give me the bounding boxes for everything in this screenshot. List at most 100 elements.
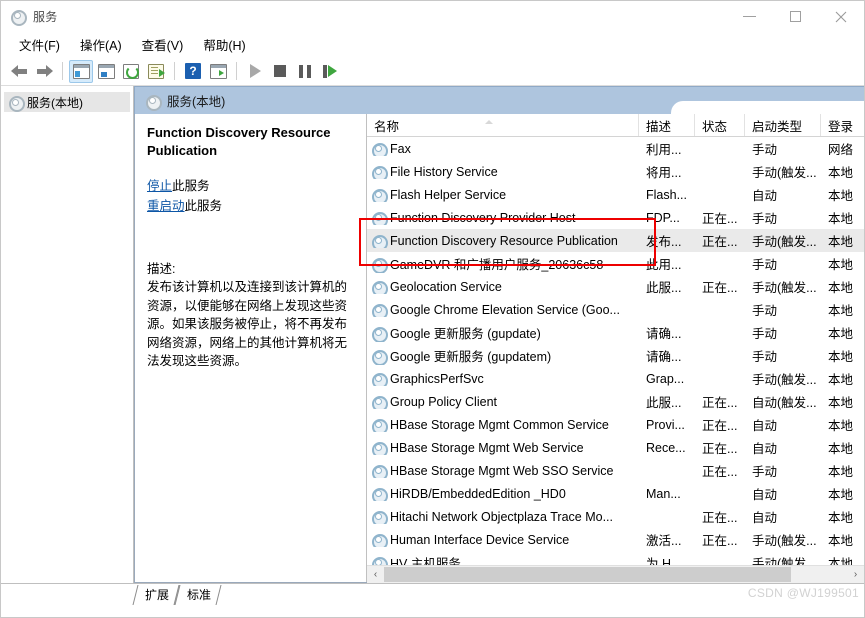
tab-standard[interactable]: 标准 <box>177 585 219 605</box>
table-row[interactable]: Human Interface Device Service 激活... 正在...… <box>367 528 864 551</box>
service-name-label: Google 更新服务 (gupdatem) <box>390 350 552 364</box>
table-row[interactable]: Group Policy Client 此服... 正在... 自动(触发... 本地 <box>367 390 864 413</box>
service-gear-icon <box>371 142 388 156</box>
refresh-icon[interactable] <box>119 60 143 83</box>
table-row[interactable]: HiRDB/EmbeddedEdition _HD0 Man... 自动 本地 <box>367 482 864 505</box>
service-gear-icon <box>371 280 388 294</box>
horizontal-scrollbar[interactable]: ‹ › <box>367 565 864 583</box>
cell-service-name: HBase Storage Mgmt Web SSO Service <box>367 464 639 478</box>
column-header-logon-as[interactable]: 登录 <box>821 114 861 136</box>
tree-node-services-local[interactable]: 服务(本地) <box>4 92 130 112</box>
menu-help[interactable]: 帮助(H) <box>193 32 255 57</box>
close-button[interactable] <box>818 1 864 32</box>
service-name-label: HBase Storage Mgmt Web Service <box>390 440 584 455</box>
cell-status: 正在... <box>702 235 738 249</box>
cell-status: 正在... <box>702 396 738 410</box>
service-name-label: Google Chrome Elevation Service (Goo... <box>390 302 620 317</box>
column-header-name[interactable]: 名称 <box>367 114 639 136</box>
cell-startup-type: 手动 <box>752 143 778 157</box>
help-icon[interactable]: ? <box>181 60 205 83</box>
cell-startup-type: 手动(触发... <box>752 534 817 548</box>
scroll-thumb[interactable] <box>384 566 792 582</box>
cell-startup-type: 手动(触发... <box>752 373 817 387</box>
cell-description: Man... <box>646 486 681 501</box>
service-name-label: HBase Storage Mgmt Web SSO Service <box>390 463 614 478</box>
table-row[interactable]: Google Chrome Elevation Service (Goo... 手… <box>367 298 864 321</box>
table-row[interactable]: HV 主机服务 为 H... 手动(触发... 本地 <box>367 551 864 565</box>
pane-header-label: 服务(本地) <box>167 95 226 109</box>
table-row[interactable]: File History Service 将用... 手动(触发... 本地 <box>367 160 864 183</box>
table-row[interactable]: Function Discovery Resource Publication 发… <box>367 229 864 252</box>
service-gear-icon <box>371 257 388 273</box>
cell-startup-type: 手动(触发... <box>752 235 817 249</box>
cell-startup-type: 自动 <box>752 189 778 203</box>
service-name-label: Fax <box>390 141 411 156</box>
table-row[interactable]: Flash Helper Service Flash... 自动 本地 <box>367 183 864 206</box>
column-header-startup-type[interactable]: 启动类型 <box>745 114 821 136</box>
menu-file[interactable]: 文件(F) <box>9 32 70 57</box>
stop-service-icon[interactable] <box>268 60 292 83</box>
cell-description: Grap... <box>646 371 685 386</box>
cell-status: 正在... <box>702 212 738 226</box>
stop-service-link[interactable]: 停止 <box>147 179 172 193</box>
service-name-label: Hitachi Network Objectplaza Trace Mo... <box>390 509 613 524</box>
table-row[interactable]: Geolocation Service 此服... 正在... 手动(触发... 本地 <box>367 275 864 298</box>
table-row[interactable]: HBase Storage Mgmt Common Service Provi..… <box>367 413 864 436</box>
minimize-button[interactable] <box>726 1 772 32</box>
menu-view[interactable]: 查看(V) <box>132 32 194 57</box>
cell-service-name: Google Chrome Elevation Service (Goo... <box>367 303 639 317</box>
column-header-status[interactable]: 状态 <box>695 114 745 136</box>
table-row[interactable]: Google 更新服务 (gupdate) 请确... 手动 本地 <box>367 321 864 344</box>
cell-status: 正在... <box>702 511 738 525</box>
table-row[interactable]: HBase Storage Mgmt Web Service Rece... 正在.… <box>367 436 864 459</box>
scroll-left-button[interactable]: ‹ <box>367 565 384 583</box>
toolbar-separator-3 <box>236 62 237 80</box>
scroll-right-button[interactable]: › <box>847 565 864 583</box>
service-gear-icon <box>371 556 388 565</box>
back-icon[interactable] <box>7 60 31 83</box>
show-hide-tree-icon[interactable] <box>69 59 93 83</box>
service-gear-icon <box>371 533 388 547</box>
column-header-description[interactable]: 描述 <box>639 114 695 136</box>
table-row[interactable]: Function Discovery Provider Host FDP... 正在… <box>367 206 864 229</box>
cell-service-name: GraphicsPerfSvc <box>367 372 639 386</box>
service-gear-icon <box>371 165 388 179</box>
cell-service-name: Group Policy Client <box>367 395 639 409</box>
toolbar-separator-1 <box>62 62 63 80</box>
service-gear-icon <box>371 510 388 524</box>
pane-header: 服务(本地) <box>134 86 864 115</box>
properties-icon[interactable] <box>94 60 118 83</box>
tab-extended[interactable]: 扩展 <box>135 585 177 605</box>
scroll-track[interactable] <box>384 565 847 583</box>
start-service-icon[interactable] <box>243 60 267 83</box>
console-view-icon[interactable] <box>206 60 230 83</box>
cell-description: 将用... <box>646 166 682 180</box>
table-row[interactable]: GraphicsPerfSvc Grap... 手动(触发... 本地 <box>367 367 864 390</box>
cell-logon-as: 本地 <box>828 511 854 525</box>
restart-service-icon[interactable] <box>318 60 342 83</box>
cell-logon-as: 本地 <box>828 557 854 565</box>
pane-split: Function Discovery Resource Publication … <box>134 114 864 583</box>
service-name-label: Flash Helper Service <box>390 187 507 202</box>
toolbar-separator-2 <box>174 62 175 80</box>
table-row[interactable]: Google 更新服务 (gupdatem) 请确... 手动 本地 <box>367 344 864 367</box>
cell-logon-as: 本地 <box>828 327 854 341</box>
cell-startup-type: 自动(触发... <box>752 396 817 410</box>
service-detail-title: Function Discovery Resource Publication <box>147 125 331 158</box>
menu-action[interactable]: 操作(A) <box>70 32 132 57</box>
table-row[interactable]: Hitachi Network Objectplaza Trace Mo... 正… <box>367 505 864 528</box>
forward-icon[interactable] <box>32 60 56 83</box>
export-list-icon[interactable] <box>144 60 168 83</box>
restart-service-link[interactable]: 重启动 <box>147 199 185 213</box>
service-gear-icon <box>371 303 388 317</box>
cell-logon-as: 本地 <box>828 235 854 249</box>
cell-service-name: GameDVR 和广播用户服务_20636c58 <box>367 254 639 273</box>
pause-service-icon[interactable] <box>293 60 317 83</box>
service-name-label: Group Policy Client <box>390 394 497 409</box>
maximize-button[interactable] <box>772 1 818 32</box>
table-row[interactable]: HBase Storage Mgmt Web SSO Service 正在... 手… <box>367 459 864 482</box>
restart-service-suffix: 此服务 <box>184 199 223 213</box>
table-row[interactable]: Fax 利用... 手动 网络 <box>367 137 864 160</box>
table-row[interactable]: GameDVR 和广播用户服务_20636c58 此用... 手动 本地 <box>367 252 864 275</box>
cell-description: Provi... <box>646 417 685 432</box>
